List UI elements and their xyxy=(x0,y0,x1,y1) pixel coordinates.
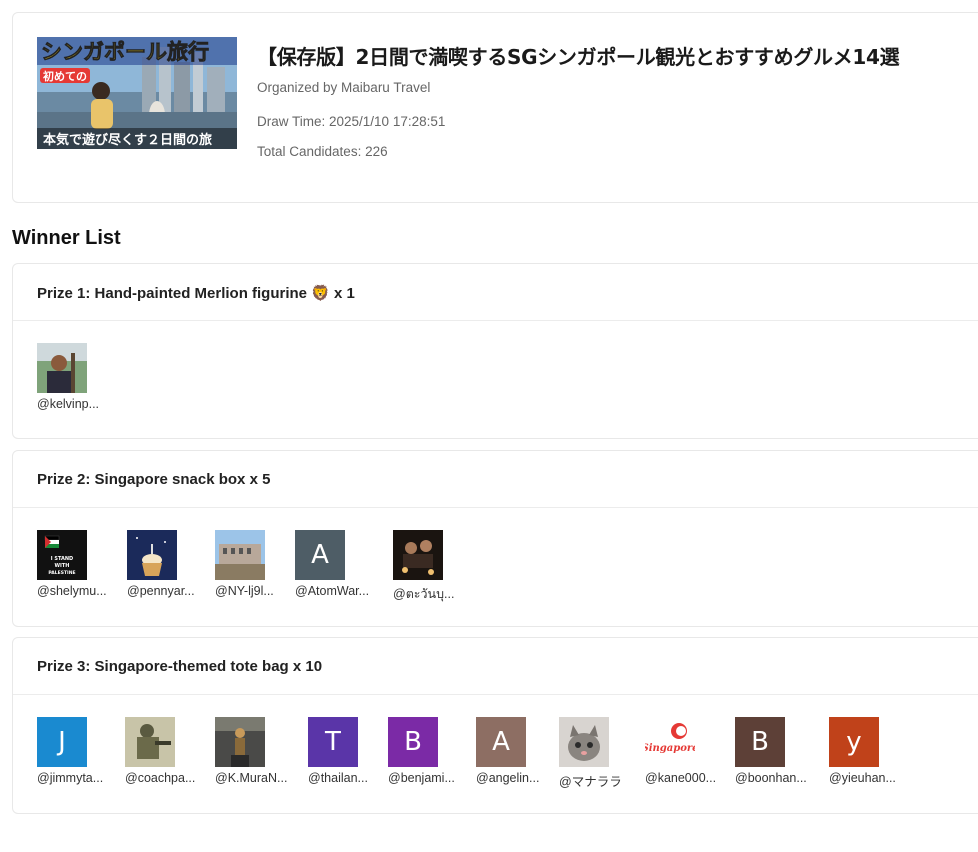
winner-item[interactable]: @K.MuraN... xyxy=(215,717,305,785)
avatar-letter: B xyxy=(388,717,438,767)
prize-title: Prize 2: Singapore snack box x 5 xyxy=(37,471,271,488)
winner-item[interactable]: A @AtomWar... xyxy=(295,530,385,598)
prize-title: Prize 3: Singapore-themed tote bag x 10 xyxy=(37,658,323,675)
prize-card: Prize 2: Singapore snack box x 5 I STAND… xyxy=(12,450,978,627)
winner-list-heading: Winner List xyxy=(12,227,121,249)
winner-item[interactable]: B @benjami... xyxy=(388,717,478,785)
avatar-letter: J xyxy=(37,717,87,767)
winner-username: @coachpa... xyxy=(125,771,196,785)
winner-username: @jimmyta... xyxy=(37,771,104,785)
avatar-letter: y xyxy=(829,717,879,767)
winner-item[interactable]: @kelvinp... xyxy=(37,343,127,411)
winner-username: @yieuhan... xyxy=(829,771,896,785)
divider xyxy=(13,320,978,321)
winner-username: @thailan... xyxy=(308,771,368,785)
svg-text:WITH: WITH xyxy=(55,563,70,569)
winner-username: @K.MuraN... xyxy=(215,771,288,785)
winner-username: @NY-lj9l... xyxy=(215,584,274,598)
avatar: I STAND WITH PALESTINE xyxy=(37,530,87,580)
winner-item[interactable]: @ตะวันบุ... xyxy=(393,530,483,604)
total-candidates-text: Total Candidates: 226 xyxy=(257,144,388,159)
prize-card: Prize 3: Singapore-themed tote bag x 10 … xyxy=(12,637,978,814)
winner-username: @AtomWar... xyxy=(295,584,370,598)
winner-item[interactable]: @マナララ xyxy=(559,717,649,790)
winner-item[interactable]: T @thailan... xyxy=(308,717,398,785)
winner-username: @angelin... xyxy=(476,771,540,785)
draw-time-text: Draw Time: 2025/1/10 17:28:51 xyxy=(257,114,446,129)
svg-text:I STAND: I STAND xyxy=(51,556,73,562)
winner-item[interactable]: @pennyar... xyxy=(127,530,217,598)
avatar-letter: B xyxy=(735,717,785,767)
avatar-letter: A xyxy=(295,530,345,580)
winner-item[interactable]: I STAND WITH PALESTINE @shelymu... xyxy=(37,530,127,598)
winner-username: @ตะวันบุ... xyxy=(393,587,455,601)
winner-username: @shelymu... xyxy=(37,584,107,598)
winner-username: @kelvinp... xyxy=(37,397,100,411)
event-info-card: シンガポール旅行 初めての 本気で遊び尽くす２日間の旅 【保存版】2日間で満喫す… xyxy=(12,12,978,203)
event-thumbnail: シンガポール旅行 初めての 本気で遊び尽くす２日間の旅 xyxy=(37,37,237,149)
avatar xyxy=(393,530,443,580)
prize-title: Prize 1: Hand-painted Merlion figurine 🦁… xyxy=(37,285,355,302)
svg-text:PALESTINE: PALESTINE xyxy=(48,570,75,576)
avatar xyxy=(37,343,87,393)
winner-item[interactable]: A @angelin... xyxy=(476,717,566,785)
winner-item[interactable]: y @yieuhan... xyxy=(829,717,919,785)
winner-username: @マナララ xyxy=(559,775,622,789)
organizer-text: Organized by Maibaru Travel xyxy=(257,80,431,95)
winner-item[interactable]: Singapore @kane000... xyxy=(645,717,735,785)
avatar xyxy=(125,717,175,767)
avatar: Singapore xyxy=(645,717,695,767)
avatar xyxy=(559,717,609,767)
avatar xyxy=(215,530,265,580)
avatar xyxy=(127,530,177,580)
divider xyxy=(13,507,978,508)
avatar-letter: T xyxy=(308,717,358,767)
avatar xyxy=(215,717,265,767)
winner-username: @benjami... xyxy=(388,771,455,785)
thumbnail-caption: 本気で遊び尽くす２日間の旅 xyxy=(43,132,212,148)
thumbnail-headline: シンガポール旅行 xyxy=(41,40,209,64)
winner-item[interactable]: J @jimmyta... xyxy=(37,717,127,785)
prize-card: Prize 1: Hand-painted Merlion figurine 🦁… xyxy=(12,263,978,439)
thumbnail-tag: 初めての xyxy=(43,69,87,83)
winner-item[interactable]: @coachpa... xyxy=(125,717,215,785)
winner-username: @boonhan... xyxy=(735,771,807,785)
avatar-letter: A xyxy=(476,717,526,767)
winner-username: @kane000... xyxy=(645,771,717,785)
winner-item[interactable]: B @boonhan... xyxy=(735,717,825,785)
divider xyxy=(13,694,978,695)
singapore-logo-text: Singapore xyxy=(645,743,695,754)
event-title: 【保存版】2日間で満喫するSGシンガポール観光とおすすめグルメ14選 xyxy=(257,45,900,69)
winner-item[interactable]: @NY-lj9l... xyxy=(215,530,305,598)
winner-username: @pennyar... xyxy=(127,584,195,598)
